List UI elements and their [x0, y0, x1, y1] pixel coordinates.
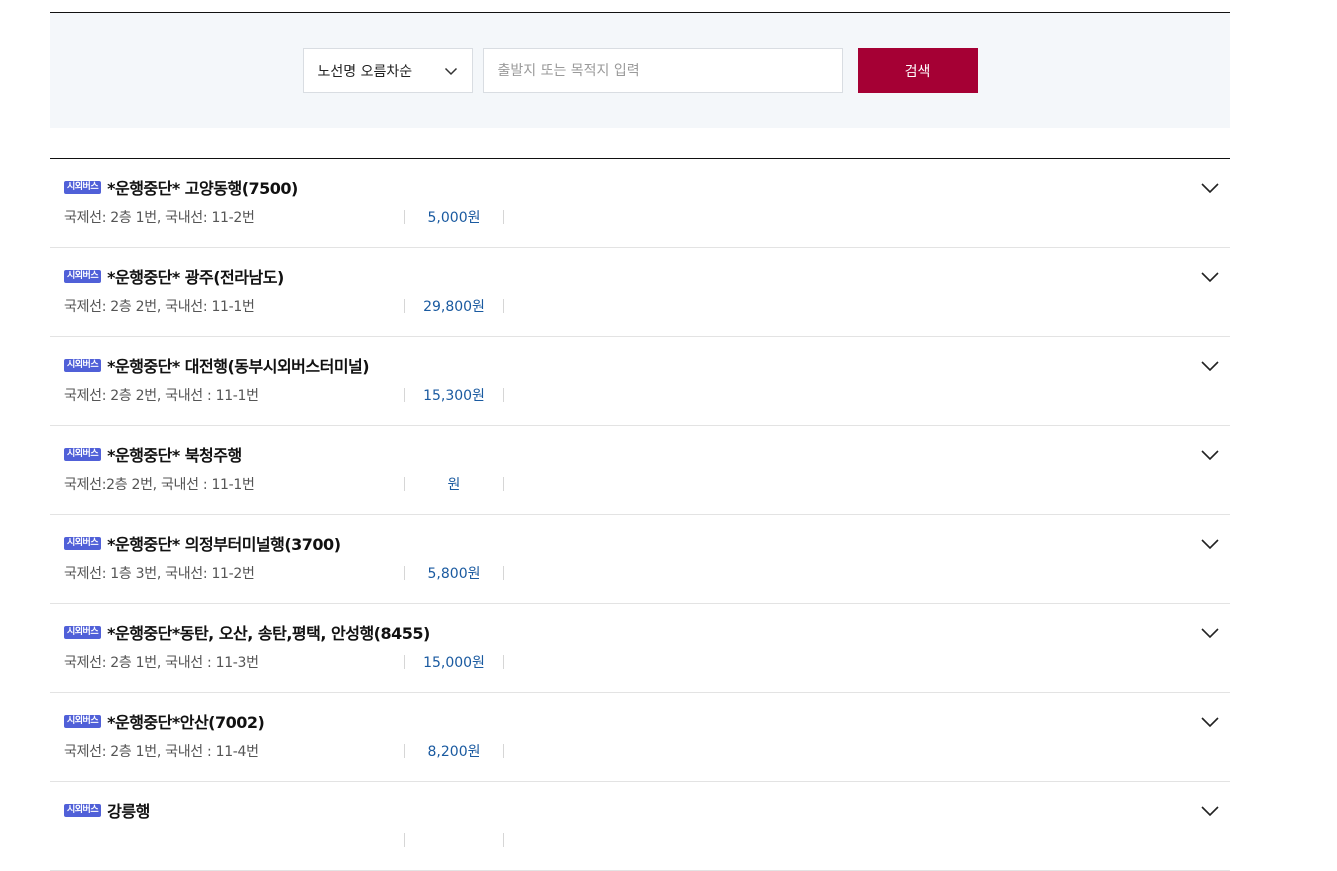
route-fare: 원: [447, 477, 461, 493]
route-platform: 국제선: 2층 1번, 국내선 : 11-4번: [64, 744, 259, 760]
route-item[interactable]: 시외버스 *운행중단* 북청주행국제선:2층 2번, 국내선 : 11-1번 원: [50, 426, 1230, 515]
route-info-row: 국제선:2층 2번, 국내선 : 11-1번 원: [64, 474, 1216, 494]
chevron-down-icon[interactable]: [1200, 445, 1220, 465]
route-name: 강릉행: [107, 802, 150, 821]
route-name: *운행중단* 고양동행(7500): [107, 179, 298, 198]
chevron-down-icon[interactable]: [1200, 801, 1220, 821]
route-type-badge: 시외버스: [64, 714, 102, 728]
sort-select[interactable]: 노선명 오름차순: [302, 48, 473, 93]
route-title-row: 시외버스 *운행중단*동탄, 오산, 송탄,평택, 안성행(8455): [64, 621, 1216, 643]
route-info-row: 국제선: 2층 2번, 국내선 : 11-1번 15,300원: [64, 385, 1216, 405]
route-fare: 15,000원: [423, 655, 485, 671]
route-type-badge: 시외버스: [64, 447, 102, 461]
search-input[interactable]: [482, 48, 843, 93]
route-type-badge: 시외버스: [64, 180, 102, 194]
route-fare: 8,200원: [427, 744, 481, 760]
route-title-row: 시외버스 *운행중단* 대전행(동부시외버스터미널): [64, 354, 1216, 376]
route-fare: 15,300원: [423, 388, 485, 404]
search-panel: 노선명 오름차순 검색: [50, 12, 1230, 128]
route-fare: 5,800원: [427, 566, 481, 582]
divider: [503, 566, 504, 580]
route-type-badge: 시외버스: [64, 536, 102, 550]
route-item[interactable]: 시외버스 *운행중단* 고양동행(7500) 국제선: 2층 1번, 국내선: 11…: [50, 159, 1230, 248]
route-title-row: 시외버스 강릉행: [64, 799, 1216, 821]
route-fare: 5,000원: [427, 210, 481, 226]
route-search-page: 노선명 오름차순 검색 시외버스 *운행중단* 고양동행(7500) 국제선: 2층…: [50, 12, 1230, 871]
route-info-row: 국제선: 2층 2번, 국내선: 11-1번 29,800원: [64, 296, 1216, 316]
chevron-down-icon[interactable]: [1200, 267, 1220, 287]
chevron-down-icon[interactable]: [1200, 178, 1220, 198]
route-type-badge: 시외버스: [64, 625, 102, 639]
route-type-badge: 시외버스: [64, 358, 102, 372]
sort-select-label: 노선명 오름차순: [317, 63, 413, 80]
search-button[interactable]: 검색: [857, 48, 978, 93]
route-platform: 국제선: 2층 1번, 국내선: 11-2번: [64, 210, 255, 226]
route-title-row: 시외버스 *운행중단* 고양동행(7500): [64, 176, 1216, 198]
route-title-row: 시외버스 *운행중단* 북청주행: [64, 443, 1216, 465]
divider: [503, 477, 504, 491]
route-platform: 국제선: 2층 2번, 국내선: 11-1번: [64, 299, 255, 315]
route-platform: 국제선: 2층 1번, 국내선 : 11-3번: [64, 655, 259, 671]
chevron-down-icon[interactable]: [1200, 712, 1220, 732]
divider: [503, 744, 504, 758]
route-item[interactable]: 시외버스 *운행중단* 대전행(동부시외버스터미널) 국제선: 2층 2번, 국내선…: [50, 337, 1230, 426]
divider: [503, 655, 504, 669]
route-item[interactable]: 시외버스 *운행중단* 광주(전라남도) 국제선: 2층 2번, 국내선: 11-1…: [50, 248, 1230, 337]
route-item[interactable]: 시외버스 *운행중단*동탄, 오산, 송탄,평택, 안성행(8455) 국제선: 2…: [50, 604, 1230, 693]
route-item[interactable]: 시외버스 *운행중단* 의정부터미널행(3700) 국제선: 1층 3번, 국내선:…: [50, 515, 1230, 604]
route-list: 시외버스 *운행중단* 고양동행(7500) 국제선: 2층 1번, 국내선: 11…: [50, 158, 1230, 871]
route-name: *운행중단* 북청주행: [107, 446, 242, 465]
route-type-badge: 시외버스: [64, 803, 102, 817]
route-title-row: 시외버스 *운행중단* 광주(전라남도): [64, 265, 1216, 287]
chevron-down-icon[interactable]: [1200, 534, 1220, 554]
route-fare: 29,800원: [423, 299, 485, 315]
divider: [404, 833, 405, 847]
divider: [503, 299, 504, 313]
route-info-row: [64, 830, 1216, 850]
chevron-down-icon[interactable]: [1200, 623, 1220, 643]
route-info-row: 국제선: 2층 1번, 국내선 : 11-3번 15,000원: [64, 652, 1216, 672]
chevron-down-icon[interactable]: [1200, 356, 1220, 376]
route-title-row: 시외버스 *운행중단*안산(7002): [64, 710, 1216, 732]
route-platform: 국제선: 1층 3번, 국내선: 11-2번: [64, 566, 255, 582]
route-title-row: 시외버스 *운행중단* 의정부터미널행(3700): [64, 532, 1216, 554]
chevron-down-icon: [444, 64, 458, 78]
route-platform: 국제선:2층 2번, 국내선 : 11-1번: [64, 477, 255, 493]
route-name: *운행중단* 광주(전라남도): [107, 268, 284, 287]
route-platform: 국제선: 2층 2번, 국내선 : 11-1번: [64, 388, 259, 404]
divider: [503, 210, 504, 224]
route-name: *운행중단* 대전행(동부시외버스터미널): [107, 357, 370, 376]
route-info-row: 국제선: 1층 3번, 국내선: 11-2번 5,800원: [64, 563, 1216, 583]
route-item[interactable]: 시외버스 *운행중단*안산(7002) 국제선: 2층 1번, 국내선 : 11-4…: [50, 693, 1230, 782]
route-name: *운행중단*안산(7002): [107, 713, 265, 732]
divider: [503, 388, 504, 402]
route-type-badge: 시외버스: [64, 269, 102, 283]
route-item[interactable]: 시외버스 강릉행: [50, 782, 1230, 871]
route-info-row: 국제선: 2층 1번, 국내선 : 11-4번 8,200원: [64, 741, 1216, 761]
route-name: *운행중단* 의정부터미널행(3700): [107, 535, 341, 554]
route-info-row: 국제선: 2층 1번, 국내선: 11-2번 5,000원: [64, 207, 1216, 227]
divider: [503, 833, 504, 847]
route-name: *운행중단*동탄, 오산, 송탄,평택, 안성행(8455): [107, 624, 430, 643]
